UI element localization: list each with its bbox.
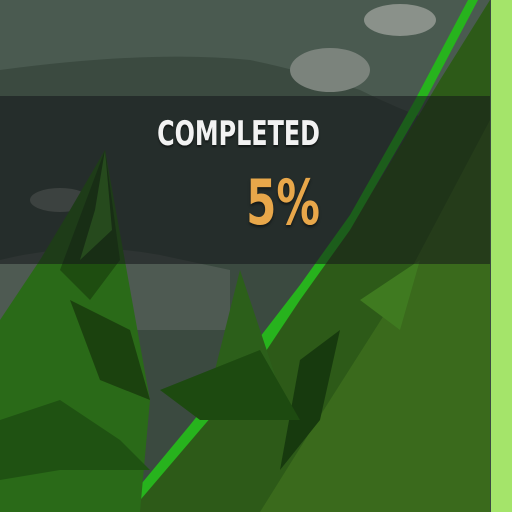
completed-percentage: 5% — [246, 166, 320, 239]
progress-edge-bar — [491, 0, 512, 512]
background-rock — [364, 4, 436, 36]
completed-label: COMPLETED — [157, 114, 320, 154]
background-rock — [290, 48, 370, 92]
progress-panel: COMPLETED 5% — [0, 96, 490, 264]
